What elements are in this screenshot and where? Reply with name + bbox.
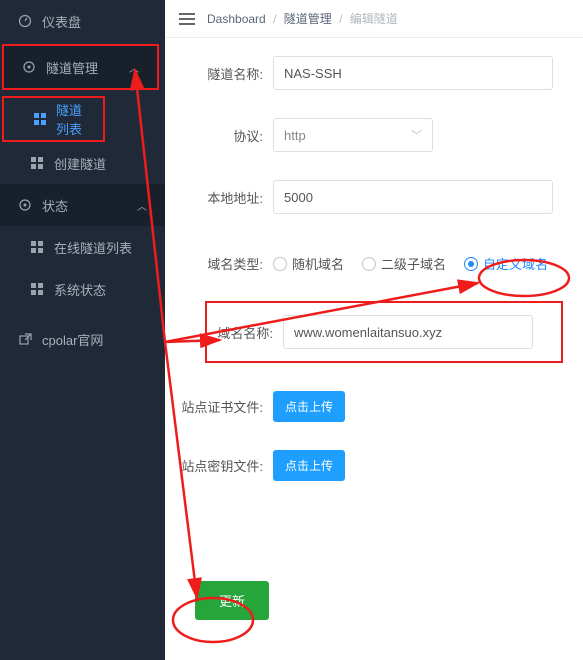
sidebar-item-tunnel-mgmt[interactable]: 隧道管理 ︿: [4, 46, 157, 88]
breadcrumb-current: 编辑隧道: [350, 12, 398, 26]
protocol-value: http: [284, 128, 306, 143]
label-domain-type: 域名类型:: [175, 254, 273, 273]
radio-label: 二级子域名: [381, 254, 446, 273]
upload-cert-button[interactable]: 点击上传: [273, 391, 345, 422]
label-tunnel-name: 隧道名称:: [175, 64, 273, 83]
sidebar: 仪表盘 隧道管理 ︿ 隧道列表 创建隧道 状态 ︿ 在线隧道: [0, 0, 165, 660]
external-link-icon: [18, 332, 32, 346]
grid-icon: [30, 156, 44, 170]
chevron-up-icon: ︿: [129, 60, 139, 75]
label-cert-file: 站点证书文件:: [175, 397, 273, 416]
radio-random-domain[interactable]: 随机域名: [273, 254, 344, 273]
chevron-down-icon: ﹀: [411, 127, 422, 143]
sidebar-item-label: 在线隧道列表: [54, 238, 132, 257]
label-domain-name: 域名名称:: [213, 323, 283, 342]
gauge-icon: [18, 14, 32, 28]
sidebar-item-label: cpolar官网: [42, 330, 103, 349]
save-button[interactable]: 更新: [195, 581, 269, 620]
grid-icon: [30, 240, 44, 254]
sidebar-item-label: 状态: [42, 196, 68, 215]
tunnel-name-input[interactable]: [273, 56, 553, 90]
sidebar-item-label: 创建隧道: [54, 154, 106, 173]
radio-icon: [273, 257, 287, 271]
sidebar-item-label: 仪表盘: [42, 12, 81, 31]
radio-custom-domain[interactable]: 自定义域名: [464, 254, 548, 273]
sidebar-item-label: 隧道列表: [56, 100, 85, 138]
breadcrumb: Dashboard / 隧道管理 / 编辑隧道: [207, 10, 398, 27]
radio-label: 随机域名: [292, 254, 344, 273]
radio-icon: [362, 257, 376, 271]
breadcrumb-sep: /: [273, 12, 276, 26]
breadcrumb-sep: /: [339, 12, 342, 26]
breadcrumb-mid[interactable]: 隧道管理: [284, 12, 332, 26]
crosshair-icon: [22, 60, 36, 74]
label-local-addr: 本地地址:: [175, 188, 273, 207]
sidebar-item-cpolar-site[interactable]: cpolar官网: [0, 318, 165, 360]
sidebar-item-create-tunnel[interactable]: 创建隧道: [0, 142, 165, 184]
crosshair-icon: [18, 198, 32, 212]
grid-icon: [34, 112, 46, 126]
tunnel-form: 隧道名称: 协议: http ﹀ 本地地址: 域名类型: 随: [165, 38, 583, 658]
radio-icon: [464, 257, 478, 271]
local-addr-input[interactable]: [273, 180, 553, 214]
chevron-up-icon: ︿: [137, 198, 147, 213]
label-protocol: 协议:: [175, 126, 273, 145]
sidebar-item-label: 系统状态: [54, 280, 106, 299]
hamburger-icon[interactable]: [179, 13, 195, 25]
breadcrumb-root[interactable]: Dashboard: [207, 12, 266, 26]
sidebar-item-label: 隧道管理: [46, 58, 98, 77]
sidebar-item-dashboard[interactable]: 仪表盘: [0, 0, 165, 42]
topbar: Dashboard / 隧道管理 / 编辑隧道: [165, 0, 583, 38]
upload-key-button[interactable]: 点击上传: [273, 450, 345, 481]
grid-icon: [30, 282, 44, 296]
protocol-select[interactable]: http ﹀: [273, 118, 433, 152]
radio-sub-domain[interactable]: 二级子域名: [362, 254, 446, 273]
radio-label: 自定义域名: [483, 254, 548, 273]
sidebar-item-tunnel-list[interactable]: 隧道列表: [4, 98, 103, 140]
label-key-file: 站点密钥文件:: [175, 456, 273, 475]
sidebar-item-status[interactable]: 状态 ︿: [0, 184, 165, 226]
sidebar-item-online-tunnels[interactable]: 在线隧道列表: [0, 226, 165, 268]
sidebar-item-system-status[interactable]: 系统状态: [0, 268, 165, 310]
domain-name-input[interactable]: [283, 315, 533, 349]
main-content: Dashboard / 隧道管理 / 编辑隧道 隧道名称: 协议: http ﹀…: [165, 0, 583, 660]
